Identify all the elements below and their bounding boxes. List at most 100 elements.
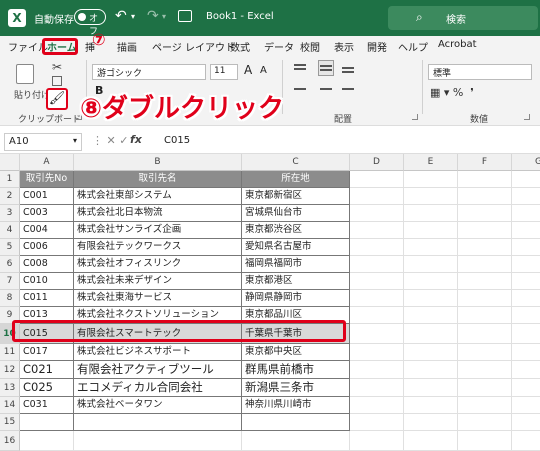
table-header-cell[interactable]: 取引先名 — [74, 171, 242, 188]
table-cell[interactable] — [350, 324, 404, 344]
table-cell[interactable]: 宮城県仙台市 — [242, 205, 350, 222]
table-cell[interactable] — [242, 414, 350, 431]
format-painter-button[interactable]: 🖌 — [46, 88, 68, 110]
table-cell[interactable] — [458, 273, 512, 290]
table-cell[interactable]: 株式会社ビジネスサポート — [74, 344, 242, 361]
increase-font-icon[interactable]: A — [244, 63, 252, 77]
table-cell[interactable]: C004 — [20, 222, 74, 239]
autosave-toggle[interactable]: オフ — [74, 9, 106, 37]
name-box[interactable]: A10 ▾ — [4, 133, 82, 151]
table-cell[interactable] — [512, 307, 540, 324]
table-cell[interactable] — [458, 307, 512, 324]
cut-icon[interactable]: ✂ — [52, 60, 62, 74]
table-cell[interactable]: 愛知県名古屋市 — [242, 239, 350, 256]
table-cell[interactable] — [458, 414, 512, 431]
table-cell[interactable] — [350, 361, 404, 379]
font-size-select[interactable]: 11 — [210, 64, 238, 80]
table-cell[interactable] — [404, 290, 458, 307]
table-cell[interactable] — [512, 290, 540, 307]
table-cell[interactable] — [404, 361, 458, 379]
row-header[interactable]: 12 — [0, 361, 20, 379]
table-cell[interactable] — [404, 324, 458, 344]
row-header[interactable]: 3 — [0, 205, 20, 222]
table-cell[interactable]: C001 — [20, 188, 74, 205]
table-cell[interactable] — [404, 307, 458, 324]
table-cell[interactable] — [512, 361, 540, 379]
select-all-corner[interactable] — [0, 154, 20, 171]
table-cell[interactable] — [350, 205, 404, 222]
align-left-icon[interactable] — [294, 88, 306, 90]
table-cell[interactable] — [512, 431, 540, 451]
tab-formulas[interactable]: 数式 — [230, 39, 250, 54]
table-cell[interactable] — [350, 397, 404, 414]
table-cell[interactable]: 株式会社オフィスリンク — [74, 256, 242, 273]
row-header[interactable]: 5 — [0, 239, 20, 256]
column-header-g[interactable]: G — [512, 154, 540, 171]
table-cell[interactable] — [350, 379, 404, 397]
table-cell[interactable] — [512, 397, 540, 414]
table-cell[interactable]: 有限会社テックワークス — [74, 239, 242, 256]
table-cell[interactable]: 株式会社東海サービス — [74, 290, 242, 307]
table-cell[interactable] — [512, 256, 540, 273]
paste-icon[interactable] — [16, 64, 34, 84]
column-header-b[interactable]: B — [74, 154, 242, 171]
table-cell[interactable] — [404, 344, 458, 361]
table-cell[interactable]: 株式会社北日本物流 — [74, 205, 242, 222]
table-cell[interactable] — [74, 414, 242, 431]
row-header[interactable]: 1 — [0, 171, 20, 188]
search-box[interactable]: ⌕ 検索 — [388, 6, 538, 30]
table-cell[interactable] — [458, 397, 512, 414]
table-cell[interactable] — [404, 397, 458, 414]
row-header[interactable]: 13 — [0, 379, 20, 397]
table-cell[interactable]: C031 — [20, 397, 74, 414]
table-cell[interactable] — [404, 273, 458, 290]
table-cell[interactable]: 神奈川県川崎市 — [242, 397, 350, 414]
table-cell[interactable] — [20, 431, 74, 451]
table-cell[interactable] — [350, 222, 404, 239]
row-header[interactable]: 15 — [0, 414, 20, 431]
align-center-icon[interactable] — [320, 88, 332, 90]
row-header[interactable]: 16 — [0, 431, 20, 451]
redo-icon[interactable]: ↷ — [147, 8, 159, 24]
table-cell[interactable] — [458, 344, 512, 361]
table-cell[interactable] — [404, 239, 458, 256]
table-cell[interactable] — [350, 256, 404, 273]
column-header-a[interactable]: A — [20, 154, 74, 171]
row-header[interactable]: 4 — [0, 222, 20, 239]
table-cell[interactable]: 株式会社ベータワン — [74, 397, 242, 414]
tab-data[interactable]: データ — [264, 39, 294, 54]
table-cell[interactable] — [512, 171, 540, 188]
formula-input[interactable]: C015 — [164, 135, 190, 146]
table-cell[interactable] — [512, 324, 540, 344]
table-cell[interactable]: C025 — [20, 379, 74, 397]
tab-acrobat[interactable]: Acrobat — [438, 39, 477, 50]
table-cell[interactable]: C010 — [20, 273, 74, 290]
tab-view[interactable]: 表示 — [334, 39, 354, 54]
table-cell[interactable] — [512, 273, 540, 290]
tab-help[interactable]: ヘルプ — [398, 39, 428, 54]
table-cell[interactable] — [350, 344, 404, 361]
align-center-button[interactable] — [318, 60, 334, 76]
redo-dropdown-icon[interactable]: ▾ — [162, 12, 166, 21]
insert-function-button[interactable]: fx — [130, 133, 142, 146]
undo-icon[interactable]: ↶ — [115, 8, 127, 24]
row-header[interactable]: 8 — [0, 290, 20, 307]
table-cell[interactable]: 東京都中央区 — [242, 344, 350, 361]
align-right-icon[interactable] — [342, 88, 354, 90]
paste-label[interactable]: 貼り付け — [14, 88, 50, 101]
table-cell[interactable]: C017 — [20, 344, 74, 361]
table-cell[interactable] — [404, 205, 458, 222]
table-cell[interactable] — [350, 290, 404, 307]
align-top-icon[interactable] — [294, 64, 306, 66]
table-cell[interactable] — [512, 205, 540, 222]
table-cell[interactable] — [512, 379, 540, 397]
table-cell[interactable] — [458, 361, 512, 379]
row-header[interactable]: 6 — [0, 256, 20, 273]
tab-page-layout[interactable]: ページ レイアウト — [152, 39, 235, 54]
column-header-f[interactable]: F — [458, 154, 512, 171]
table-cell[interactable]: C021 — [20, 361, 74, 379]
table-cell[interactable] — [512, 344, 540, 361]
table-cell[interactable] — [512, 188, 540, 205]
table-cell[interactable] — [350, 431, 404, 451]
undo-dropdown-icon[interactable]: ▾ — [131, 12, 135, 21]
